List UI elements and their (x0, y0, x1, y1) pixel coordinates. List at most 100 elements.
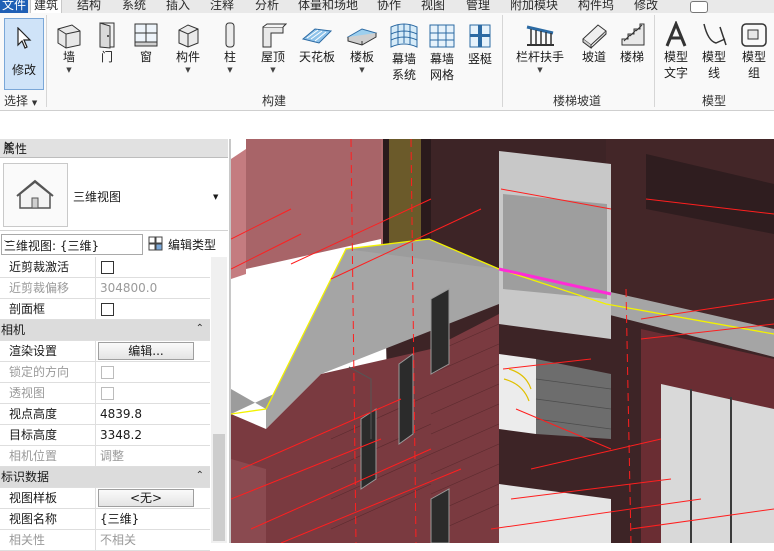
property-button[interactable]: <无> (98, 489, 194, 507)
property-value: 调整 (100, 449, 125, 463)
ribbon-display-toggle-icon[interactable] (690, 1, 708, 13)
close-icon[interactable]: ✕ (3, 139, 223, 154)
component-icon (178, 24, 199, 48)
curtain-grid-button[interactable]: 幕墙 网格 (427, 21, 457, 83)
floor-icon (346, 28, 378, 46)
property-row: 近剪裁激活 (0, 257, 210, 278)
component-button[interactable]: 构件 ▼ (170, 21, 206, 74)
properties-scrollbar[interactable] (211, 257, 227, 543)
chevron-down-icon: ﹀ (4, 240, 12, 249)
mullion-button[interactable]: 竖梃 (464, 21, 496, 68)
property-label: 目标高度 (0, 425, 96, 445)
building-3d-model[interactable] (231, 139, 774, 543)
property-label: 相关性 (0, 530, 96, 550)
tab-collaborate[interactable]: 协作 (377, 0, 401, 13)
modify-button[interactable]: 修改 (4, 18, 44, 90)
property-label: 渲染设置 (0, 341, 96, 361)
tab-structure[interactable]: 结构 (77, 0, 101, 13)
model-text-button[interactable]: 模型 文字 (658, 21, 694, 81)
property-row: 锁定的方向 (0, 362, 210, 383)
property-row: 渲染设置 编辑... (0, 341, 210, 362)
property-value[interactable]: 编辑... (97, 341, 210, 361)
chevron-down-icon[interactable]: ▼ (213, 193, 218, 201)
view-type-thumbnail (3, 163, 68, 227)
model-group-button[interactable]: 模型组 (736, 21, 772, 81)
tab-massing-site[interactable]: 体量和场地 (298, 0, 358, 13)
wall-icon (57, 24, 81, 49)
scrollbar-thumb[interactable] (213, 434, 225, 541)
properties-title-bar: 属性 ✕ (0, 139, 228, 158)
property-value[interactable] (97, 299, 210, 319)
tab-manage[interactable]: 管理 (466, 0, 490, 13)
tab-annotate[interactable]: 注释 (210, 0, 234, 13)
type-name: 三维视图 (73, 190, 122, 204)
property-label: 剖面框 (0, 299, 96, 319)
property-button[interactable]: 编辑... (98, 342, 194, 360)
tab-component-dock[interactable]: 构件坞 (578, 0, 614, 13)
tab-systems[interactable]: 系统 (122, 0, 146, 13)
ramp-button[interactable]: 坡道 (578, 21, 610, 66)
property-checkbox[interactable] (101, 303, 114, 316)
ribbon-tab-bar: 文件 建筑 结构 系统 插入 注释 分析 体量和场地 协作 视图 管理 附加模块… (0, 0, 774, 13)
roof-icon (262, 23, 287, 48)
property-value[interactable]: 4839.8 (97, 404, 210, 424)
properties-grid: 近剪裁激活 近剪裁偏移 304800.0 剖面框 相机 ⌃ 渲染设置 编辑... 锁定的方向 透视… (0, 257, 210, 551)
property-value: 304800.0 (100, 281, 158, 295)
properties-section-header[interactable]: 相机 ⌃ (0, 320, 210, 341)
roof-button[interactable]: 屋顶 ▼ (256, 21, 290, 74)
model-line-icon (703, 23, 727, 46)
tab-analyze[interactable]: 分析 (255, 0, 279, 13)
property-value: 不相关 (100, 533, 137, 547)
property-checkbox[interactable] (101, 261, 114, 274)
ceiling-button[interactable]: 天花板 (298, 21, 336, 66)
property-label: 透视图 (0, 383, 96, 403)
stairs-group-label: 楼梯坡道 (553, 94, 602, 108)
ceiling-icon (301, 28, 333, 44)
tab-modify[interactable]: 修改 (634, 0, 658, 13)
build-group-label: 构建 (262, 94, 287, 108)
property-label: 视图名称 (0, 509, 96, 529)
collapse-icon[interactable]: ⌃ (196, 323, 204, 334)
property-value[interactable]: 3348.2 (97, 425, 210, 445)
3d-viewport[interactable] (231, 139, 774, 543)
property-row: 视图名称 {三维} (0, 509, 210, 530)
window-button[interactable]: 窗 (130, 21, 162, 66)
property-value[interactable]: <无> (97, 488, 210, 508)
property-row: 视图样板 <无> (0, 488, 210, 509)
cursor-arrow-icon (17, 27, 32, 49)
property-label: 近剪裁偏移 (0, 278, 96, 298)
type-selector[interactable]: 三维视图 ▼ (0, 159, 228, 231)
wall-button[interactable]: 墙 ▼ (52, 21, 86, 74)
properties-section-header[interactable]: 标识数据 ⌃ (0, 467, 210, 488)
property-label: 视图样板 (0, 488, 96, 508)
property-value[interactable] (97, 257, 210, 277)
property-row: 视点高度 4839.8 (0, 404, 210, 425)
property-label: 近剪裁激活 (0, 257, 96, 277)
select-group-label[interactable]: 选择 ▼ (4, 92, 37, 109)
property-label: 相机位置 (0, 446, 96, 466)
floor-button[interactable]: 楼板 ▼ (344, 21, 380, 74)
property-row: 目标高度 3348.2 (0, 425, 210, 446)
house-icon (16, 179, 54, 209)
section-label: 标识数据 (1, 470, 50, 484)
railing-icon (526, 25, 554, 46)
column-button[interactable]: 柱 ▼ (215, 21, 245, 74)
property-label: 视点高度 (0, 404, 96, 424)
stair-button[interactable]: 楼梯 (616, 21, 648, 66)
tab-insert[interactable]: 插入 (166, 0, 190, 13)
tab-file[interactable]: 文件 (0, 0, 29, 13)
tab-view[interactable]: 视图 (421, 0, 445, 13)
ribbon-separator (46, 15, 47, 107)
railing-button[interactable]: 栏杆扶手 ▼ (512, 21, 568, 74)
model-group-label: 模型 (702, 94, 727, 108)
tab-addins[interactable]: 附加模块 (510, 0, 558, 13)
ribbon-separator (502, 15, 503, 107)
tab-architecture[interactable]: 建筑 (30, 0, 63, 13)
door-button[interactable]: 门 (92, 21, 122, 66)
property-value[interactable]: {三维} (97, 509, 210, 529)
curtain-system-button[interactable]: 幕墙 系统 (386, 21, 422, 83)
property-value (97, 383, 210, 403)
collapse-icon[interactable]: ⌃ (196, 470, 204, 481)
model-line-button[interactable]: 模型线 (698, 21, 730, 81)
view-instance-selector[interactable]: 三维视图: {三维} ﹀ (1, 234, 143, 255)
